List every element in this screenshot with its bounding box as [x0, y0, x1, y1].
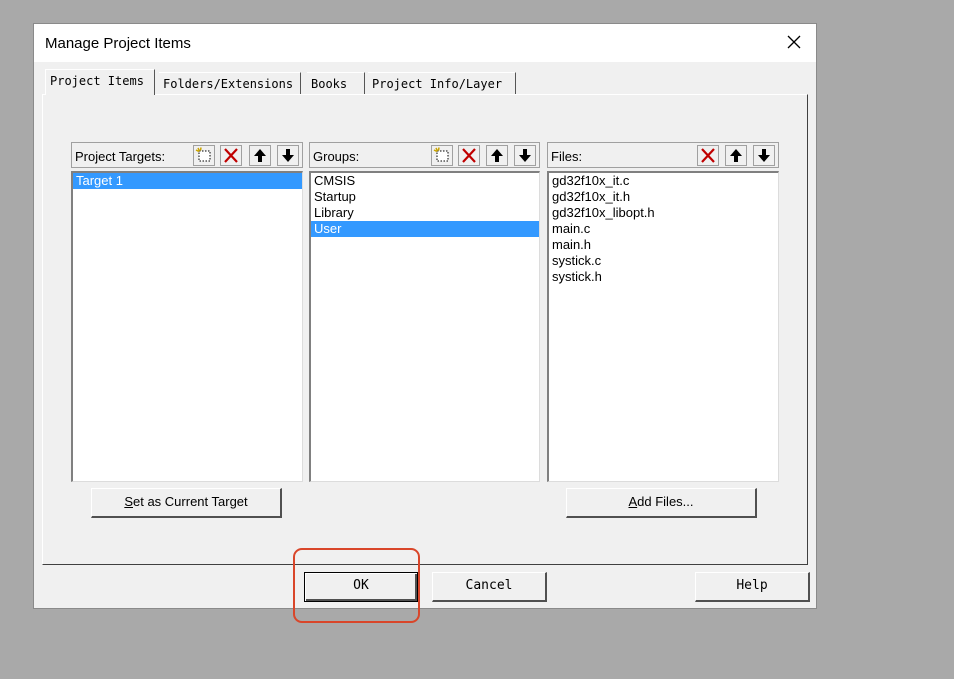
- group-list-item[interactable]: User: [311, 221, 539, 237]
- tab-project-info-layer[interactable]: Project Info/Layer: [368, 72, 516, 94]
- title-bar: Manage Project Items: [34, 24, 816, 62]
- set-target-label: et as Current Target: [133, 494, 248, 509]
- add-files-accel: A: [628, 494, 638, 509]
- file-list-item[interactable]: main.c: [549, 221, 778, 237]
- add-files-label: dd Files...: [637, 494, 694, 509]
- group-list-item[interactable]: CMSIS: [311, 173, 539, 189]
- arrow-down-icon[interactable]: [514, 145, 536, 166]
- close-icon[interactable]: [784, 32, 804, 52]
- set-target-accel: S: [124, 494, 133, 509]
- delete-x-icon[interactable]: [697, 145, 719, 166]
- arrow-down-icon[interactable]: [753, 145, 775, 166]
- new-item-icon[interactable]: [193, 145, 215, 166]
- file-list-item[interactable]: systick.h: [549, 269, 778, 285]
- delete-x-icon[interactable]: [458, 145, 480, 166]
- arrow-down-icon[interactable]: [277, 145, 299, 166]
- tab-project-items[interactable]: Project Items: [45, 69, 155, 95]
- set-as-current-target-button[interactable]: Set as Current Target: [91, 488, 282, 518]
- cancel-button[interactable]: Cancel: [432, 572, 547, 602]
- targets-list[interactable]: Target 1: [71, 171, 303, 482]
- groups-header: Groups:: [309, 142, 540, 168]
- tab-books[interactable]: Books: [307, 72, 365, 94]
- groups-list[interactable]: CMSIS Startup Library User: [309, 171, 540, 482]
- ok-button[interactable]: OK: [304, 572, 418, 602]
- new-item-icon[interactable]: [431, 145, 453, 166]
- group-list-item[interactable]: Startup: [311, 189, 539, 205]
- arrow-up-icon[interactable]: [486, 145, 508, 166]
- dialog-title: Manage Project Items: [45, 35, 191, 52]
- file-list-item[interactable]: gd32f10x_it.h: [549, 189, 778, 205]
- targets-header: Project Targets:: [71, 142, 303, 168]
- target-list-item[interactable]: Target 1: [73, 173, 302, 189]
- manage-project-items-dialog: Manage Project Items Project Items Folde…: [33, 23, 817, 609]
- files-header: Files:: [547, 142, 779, 168]
- help-button[interactable]: Help: [695, 572, 810, 602]
- file-list-item[interactable]: systick.c: [549, 253, 778, 269]
- groups-header-label: Groups:: [313, 149, 360, 164]
- file-list-item[interactable]: gd32f10x_libopt.h: [549, 205, 778, 221]
- file-list-item[interactable]: main.h: [549, 237, 778, 253]
- files-list[interactable]: gd32f10x_it.c gd32f10x_it.h gd32f10x_libop…: [547, 171, 779, 482]
- files-header-label: Files:: [551, 149, 583, 164]
- arrow-up-icon[interactable]: [725, 145, 747, 166]
- delete-x-icon[interactable]: [220, 145, 242, 166]
- file-list-item[interactable]: gd32f10x_it.c: [549, 173, 778, 189]
- group-list-item[interactable]: Library: [311, 205, 539, 221]
- tab-folders-extensions[interactable]: Folders/Extensions: [159, 72, 301, 94]
- add-files-button[interactable]: Add Files...: [566, 488, 757, 518]
- targets-header-label: Project Targets:: [75, 149, 166, 164]
- arrow-up-icon[interactable]: [249, 145, 271, 166]
